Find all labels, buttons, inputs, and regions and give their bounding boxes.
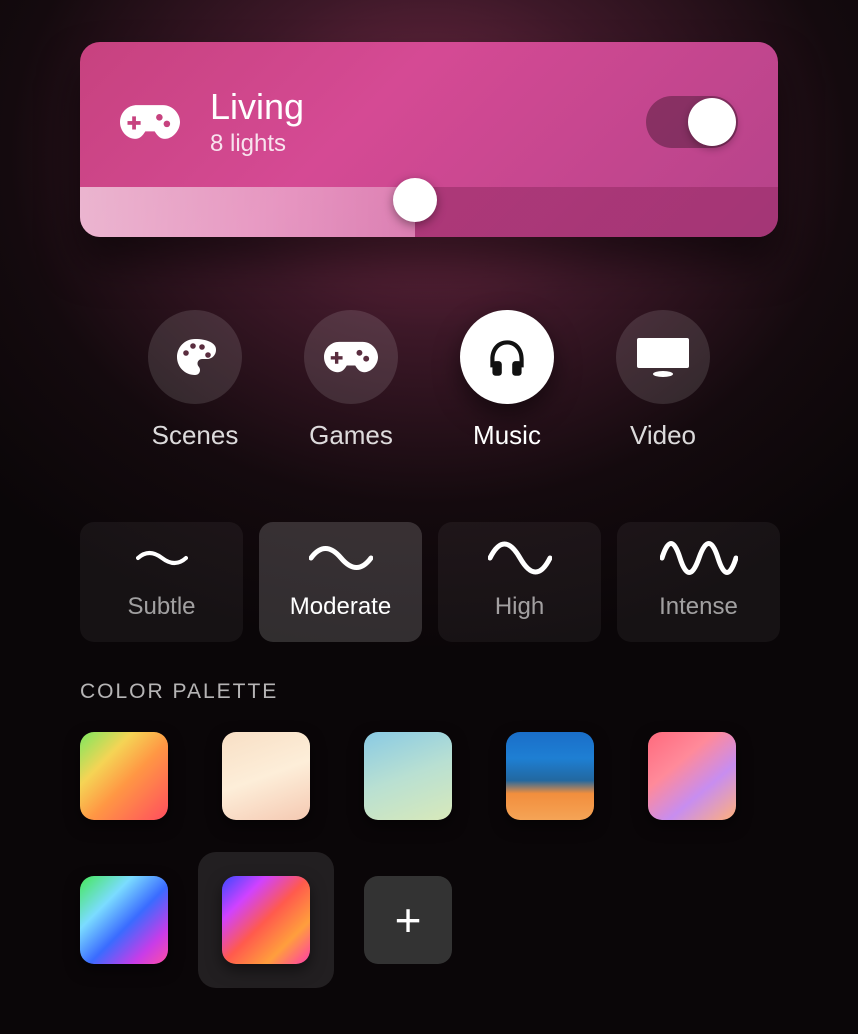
palette-swatch-1[interactable] bbox=[80, 732, 168, 820]
wave-high-icon bbox=[488, 543, 552, 573]
room-title: Living bbox=[210, 86, 646, 128]
mode-tab-music[interactable]: Music bbox=[460, 310, 554, 451]
mode-label: Scenes bbox=[152, 420, 239, 451]
brightness-knob[interactable] bbox=[393, 178, 437, 222]
mode-tab-scenes[interactable]: Scenes bbox=[148, 310, 242, 451]
room-info: Living 8 lights bbox=[210, 86, 646, 158]
intensity-label: Intense bbox=[659, 593, 738, 621]
wave-intense-icon bbox=[660, 543, 738, 573]
intensity-moderate[interactable]: Moderate bbox=[259, 522, 422, 642]
intensity-high[interactable]: High bbox=[438, 522, 601, 642]
mode-label: Video bbox=[630, 420, 696, 451]
headphones-icon bbox=[460, 310, 554, 404]
toggle-knob bbox=[688, 98, 736, 146]
palette-swatch-7[interactable] bbox=[222, 876, 310, 964]
mode-tab-video[interactable]: Video bbox=[616, 310, 710, 451]
wave-moderate-icon bbox=[309, 543, 373, 573]
palette-section: COLOR PALETTE + bbox=[80, 680, 780, 964]
intensity-row: Subtle Moderate High Intense bbox=[80, 522, 780, 642]
mode-tabs: Scenes Games Music bbox=[0, 310, 858, 451]
room-card: Living 8 lights bbox=[80, 42, 778, 237]
intensity-intense[interactable]: Intense bbox=[617, 522, 780, 642]
palette-swatch-4[interactable] bbox=[506, 732, 594, 820]
room-subtitle: 8 lights bbox=[210, 130, 646, 158]
plus-icon: + bbox=[364, 876, 452, 964]
intensity-label: Moderate bbox=[290, 593, 391, 621]
mode-label: Music bbox=[473, 420, 541, 451]
mode-tab-games[interactable]: Games bbox=[304, 310, 398, 451]
palette-swatch-2[interactable] bbox=[222, 732, 310, 820]
palette-swatch-6[interactable] bbox=[80, 876, 168, 964]
palette-header: COLOR PALETTE bbox=[80, 680, 780, 704]
monitor-icon bbox=[616, 310, 710, 404]
palette-grid: + bbox=[80, 732, 780, 964]
room-toggle[interactable] bbox=[646, 96, 738, 148]
palette-add-button[interactable]: + bbox=[364, 876, 452, 964]
mode-label: Games bbox=[309, 420, 393, 451]
gamepad-icon bbox=[120, 101, 180, 143]
palette-swatch-3[interactable] bbox=[364, 732, 452, 820]
intensity-label: Subtle bbox=[127, 593, 195, 621]
palette-swatch-5[interactable] bbox=[648, 732, 736, 820]
wave-subtle-icon bbox=[136, 543, 188, 573]
room-header: Living 8 lights bbox=[80, 42, 778, 182]
palette-icon bbox=[148, 310, 242, 404]
intensity-label: High bbox=[495, 593, 544, 621]
gamepad-icon bbox=[304, 310, 398, 404]
intensity-subtle[interactable]: Subtle bbox=[80, 522, 243, 642]
